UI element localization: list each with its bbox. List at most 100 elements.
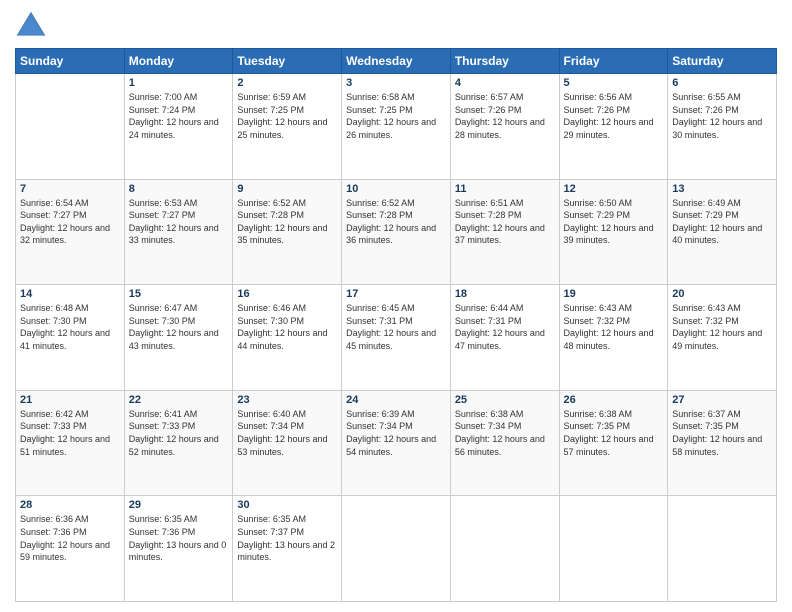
calendar-cell: 2 Sunrise: 6:59 AMSunset: 7:25 PMDaylight… <box>233 74 342 180</box>
day-info: Sunrise: 6:55 AMSunset: 7:26 PMDaylight:… <box>672 91 772 141</box>
day-info: Sunrise: 6:53 AMSunset: 7:27 PMDaylight:… <box>129 197 229 247</box>
day-info: Sunrise: 6:59 AMSunset: 7:25 PMDaylight:… <box>237 91 337 141</box>
day-number: 8 <box>129 183 229 195</box>
day-number: 14 <box>20 288 120 300</box>
calendar-cell: 1 Sunrise: 7:00 AMSunset: 7:24 PMDaylight… <box>124 74 233 180</box>
calendar-cell: 24 Sunrise: 6:39 AMSunset: 7:34 PMDayligh… <box>342 390 451 496</box>
calendar-header-row: SundayMondayTuesdayWednesdayThursdayFrid… <box>16 49 777 74</box>
calendar-cell: 28 Sunrise: 6:36 AMSunset: 7:36 PMDayligh… <box>16 496 125 602</box>
day-info: Sunrise: 6:38 AMSunset: 7:35 PMDaylight:… <box>564 408 664 458</box>
day-number: 20 <box>672 288 772 300</box>
day-number: 4 <box>455 77 555 89</box>
day-info: Sunrise: 6:42 AMSunset: 7:33 PMDaylight:… <box>20 408 120 458</box>
day-info: Sunrise: 6:50 AMSunset: 7:29 PMDaylight:… <box>564 197 664 247</box>
day-info: Sunrise: 6:44 AMSunset: 7:31 PMDaylight:… <box>455 302 555 352</box>
calendar-cell: 26Sunrise: 6:38 AMSunset: 7:35 PMDayligh… <box>559 390 668 496</box>
day-number: 27 <box>672 394 772 406</box>
day-info: Sunrise: 6:37 AMSunset: 7:35 PMDaylight:… <box>672 408 772 458</box>
day-number: 15 <box>129 288 229 300</box>
day-info: Sunrise: 6:46 AMSunset: 7:30 PMDaylight:… <box>237 302 337 352</box>
day-number: 23 <box>237 394 337 406</box>
header <box>15 10 777 42</box>
page: SundayMondayTuesdayWednesdayThursdayFrid… <box>0 0 792 612</box>
calendar-cell: 17 Sunrise: 6:45 AMSunset: 7:31 PMDayligh… <box>342 285 451 391</box>
day-header-thursday: Thursday <box>450 49 559 74</box>
day-number: 24 <box>346 394 446 406</box>
day-number: 28 <box>20 499 120 511</box>
day-info: Sunrise: 6:51 AMSunset: 7:28 PMDaylight:… <box>455 197 555 247</box>
day-number: 13 <box>672 183 772 195</box>
day-header-saturday: Saturday <box>668 49 777 74</box>
calendar-week-2: 7 Sunrise: 6:54 AMSunset: 7:27 PMDaylight… <box>16 179 777 285</box>
day-info: Sunrise: 6:40 AMSunset: 7:34 PMDaylight:… <box>237 408 337 458</box>
day-number: 5 <box>564 77 664 89</box>
logo <box>15 10 51 42</box>
calendar-cell: 12Sunrise: 6:50 AMSunset: 7:29 PMDayligh… <box>559 179 668 285</box>
calendar-cell: 7 Sunrise: 6:54 AMSunset: 7:27 PMDaylight… <box>16 179 125 285</box>
day-header-tuesday: Tuesday <box>233 49 342 74</box>
day-info: Sunrise: 6:39 AMSunset: 7:34 PMDaylight:… <box>346 408 446 458</box>
logo-icon <box>15 10 47 42</box>
day-info: Sunrise: 6:57 AMSunset: 7:26 PMDaylight:… <box>455 91 555 141</box>
calendar-cell: 6 Sunrise: 6:55 AMSunset: 7:26 PMDaylight… <box>668 74 777 180</box>
calendar-cell: 15 Sunrise: 6:47 AMSunset: 7:30 PMDayligh… <box>124 285 233 391</box>
day-number: 7 <box>20 183 120 195</box>
calendar-cell: 30 Sunrise: 6:35 AMSunset: 7:37 PMDayligh… <box>233 496 342 602</box>
day-info: Sunrise: 7:00 AMSunset: 7:24 PMDaylight:… <box>129 91 229 141</box>
calendar-cell: 20 Sunrise: 6:43 AMSunset: 7:32 PMDayligh… <box>668 285 777 391</box>
day-info: Sunrise: 6:47 AMSunset: 7:30 PMDaylight:… <box>129 302 229 352</box>
calendar-table: SundayMondayTuesdayWednesdayThursdayFrid… <box>15 48 777 602</box>
day-header-wednesday: Wednesday <box>342 49 451 74</box>
calendar-week-5: 28 Sunrise: 6:36 AMSunset: 7:36 PMDayligh… <box>16 496 777 602</box>
day-number: 6 <box>672 77 772 89</box>
day-number: 21 <box>20 394 120 406</box>
calendar-cell <box>668 496 777 602</box>
calendar-cell <box>450 496 559 602</box>
calendar-cell <box>16 74 125 180</box>
day-info: Sunrise: 6:38 AMSunset: 7:34 PMDaylight:… <box>455 408 555 458</box>
day-info: Sunrise: 6:35 AMSunset: 7:36 PMDaylight:… <box>129 513 229 563</box>
calendar-cell: 29 Sunrise: 6:35 AMSunset: 7:36 PMDayligh… <box>124 496 233 602</box>
day-info: Sunrise: 6:41 AMSunset: 7:33 PMDaylight:… <box>129 408 229 458</box>
day-number: 2 <box>237 77 337 89</box>
day-number: 11 <box>455 183 555 195</box>
calendar-cell: 21 Sunrise: 6:42 AMSunset: 7:33 PMDayligh… <box>16 390 125 496</box>
day-number: 19 <box>564 288 664 300</box>
calendar-cell: 8 Sunrise: 6:53 AMSunset: 7:27 PMDaylight… <box>124 179 233 285</box>
day-number: 30 <box>237 499 337 511</box>
day-number: 29 <box>129 499 229 511</box>
calendar-week-3: 14 Sunrise: 6:48 AMSunset: 7:30 PMDayligh… <box>16 285 777 391</box>
calendar-cell: 5 Sunrise: 6:56 AMSunset: 7:26 PMDaylight… <box>559 74 668 180</box>
calendar-cell: 18 Sunrise: 6:44 AMSunset: 7:31 PMDayligh… <box>450 285 559 391</box>
day-info: Sunrise: 6:43 AMSunset: 7:32 PMDaylight:… <box>672 302 772 352</box>
day-info: Sunrise: 6:35 AMSunset: 7:37 PMDaylight:… <box>237 513 337 563</box>
day-header-monday: Monday <box>124 49 233 74</box>
day-info: Sunrise: 6:54 AMSunset: 7:27 PMDaylight:… <box>20 197 120 247</box>
calendar-cell: 3Sunrise: 6:58 AMSunset: 7:25 PMDaylight… <box>342 74 451 180</box>
calendar-cell: 9 Sunrise: 6:52 AMSunset: 7:28 PMDaylight… <box>233 179 342 285</box>
calendar-cell: 25 Sunrise: 6:38 AMSunset: 7:34 PMDayligh… <box>450 390 559 496</box>
day-header-friday: Friday <box>559 49 668 74</box>
day-info: Sunrise: 6:52 AMSunset: 7:28 PMDaylight:… <box>346 197 446 247</box>
day-number: 10 <box>346 183 446 195</box>
day-info: Sunrise: 6:45 AMSunset: 7:31 PMDaylight:… <box>346 302 446 352</box>
day-info: Sunrise: 6:56 AMSunset: 7:26 PMDaylight:… <box>564 91 664 141</box>
calendar-week-1: 1 Sunrise: 7:00 AMSunset: 7:24 PMDaylight… <box>16 74 777 180</box>
calendar-cell: 11 Sunrise: 6:51 AMSunset: 7:28 PMDayligh… <box>450 179 559 285</box>
day-number: 9 <box>237 183 337 195</box>
calendar-cell: 23 Sunrise: 6:40 AMSunset: 7:34 PMDayligh… <box>233 390 342 496</box>
calendar-cell <box>342 496 451 602</box>
day-info: Sunrise: 6:58 AMSunset: 7:25 PMDaylight:… <box>346 91 446 141</box>
day-number: 1 <box>129 77 229 89</box>
calendar-cell: 10 Sunrise: 6:52 AMSunset: 7:28 PMDayligh… <box>342 179 451 285</box>
calendar-cell: 16Sunrise: 6:46 AMSunset: 7:30 PMDayligh… <box>233 285 342 391</box>
calendar-cell: 13 Sunrise: 6:49 AMSunset: 7:29 PMDayligh… <box>668 179 777 285</box>
day-number: 25 <box>455 394 555 406</box>
day-info: Sunrise: 6:48 AMSunset: 7:30 PMDaylight:… <box>20 302 120 352</box>
day-info: Sunrise: 6:52 AMSunset: 7:28 PMDaylight:… <box>237 197 337 247</box>
day-info: Sunrise: 6:43 AMSunset: 7:32 PMDaylight:… <box>564 302 664 352</box>
day-info: Sunrise: 6:36 AMSunset: 7:36 PMDaylight:… <box>20 513 120 563</box>
day-info: Sunrise: 6:49 AMSunset: 7:29 PMDaylight:… <box>672 197 772 247</box>
day-number: 18 <box>455 288 555 300</box>
day-number: 17 <box>346 288 446 300</box>
